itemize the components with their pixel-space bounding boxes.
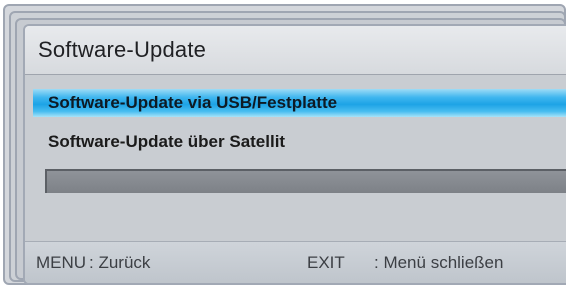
menu-item-usb-update[interactable]: Software-Update via USB/Festplatte xyxy=(33,89,566,117)
footer-hints: MENU : Zurück EXIT : Menü schließen xyxy=(25,241,566,283)
dialog-title: Software-Update xyxy=(38,37,207,62)
progress-bar xyxy=(45,169,566,193)
menu-list: Software-Update via USB/Festplatte Softw… xyxy=(25,75,566,246)
menu-key-label[interactable]: MENU xyxy=(36,253,86,273)
menu-key-action: : Zurück xyxy=(89,253,151,272)
exit-key-label[interactable]: EXIT xyxy=(307,253,345,273)
menu-item-satellite-update[interactable]: Software-Update über Satellit xyxy=(33,128,566,156)
title-bar: Software-Update xyxy=(25,26,566,75)
exit-key-action: : Menü schließen xyxy=(374,253,504,272)
software-update-dialog: Software-Update Software-Update via USB/… xyxy=(23,24,566,285)
